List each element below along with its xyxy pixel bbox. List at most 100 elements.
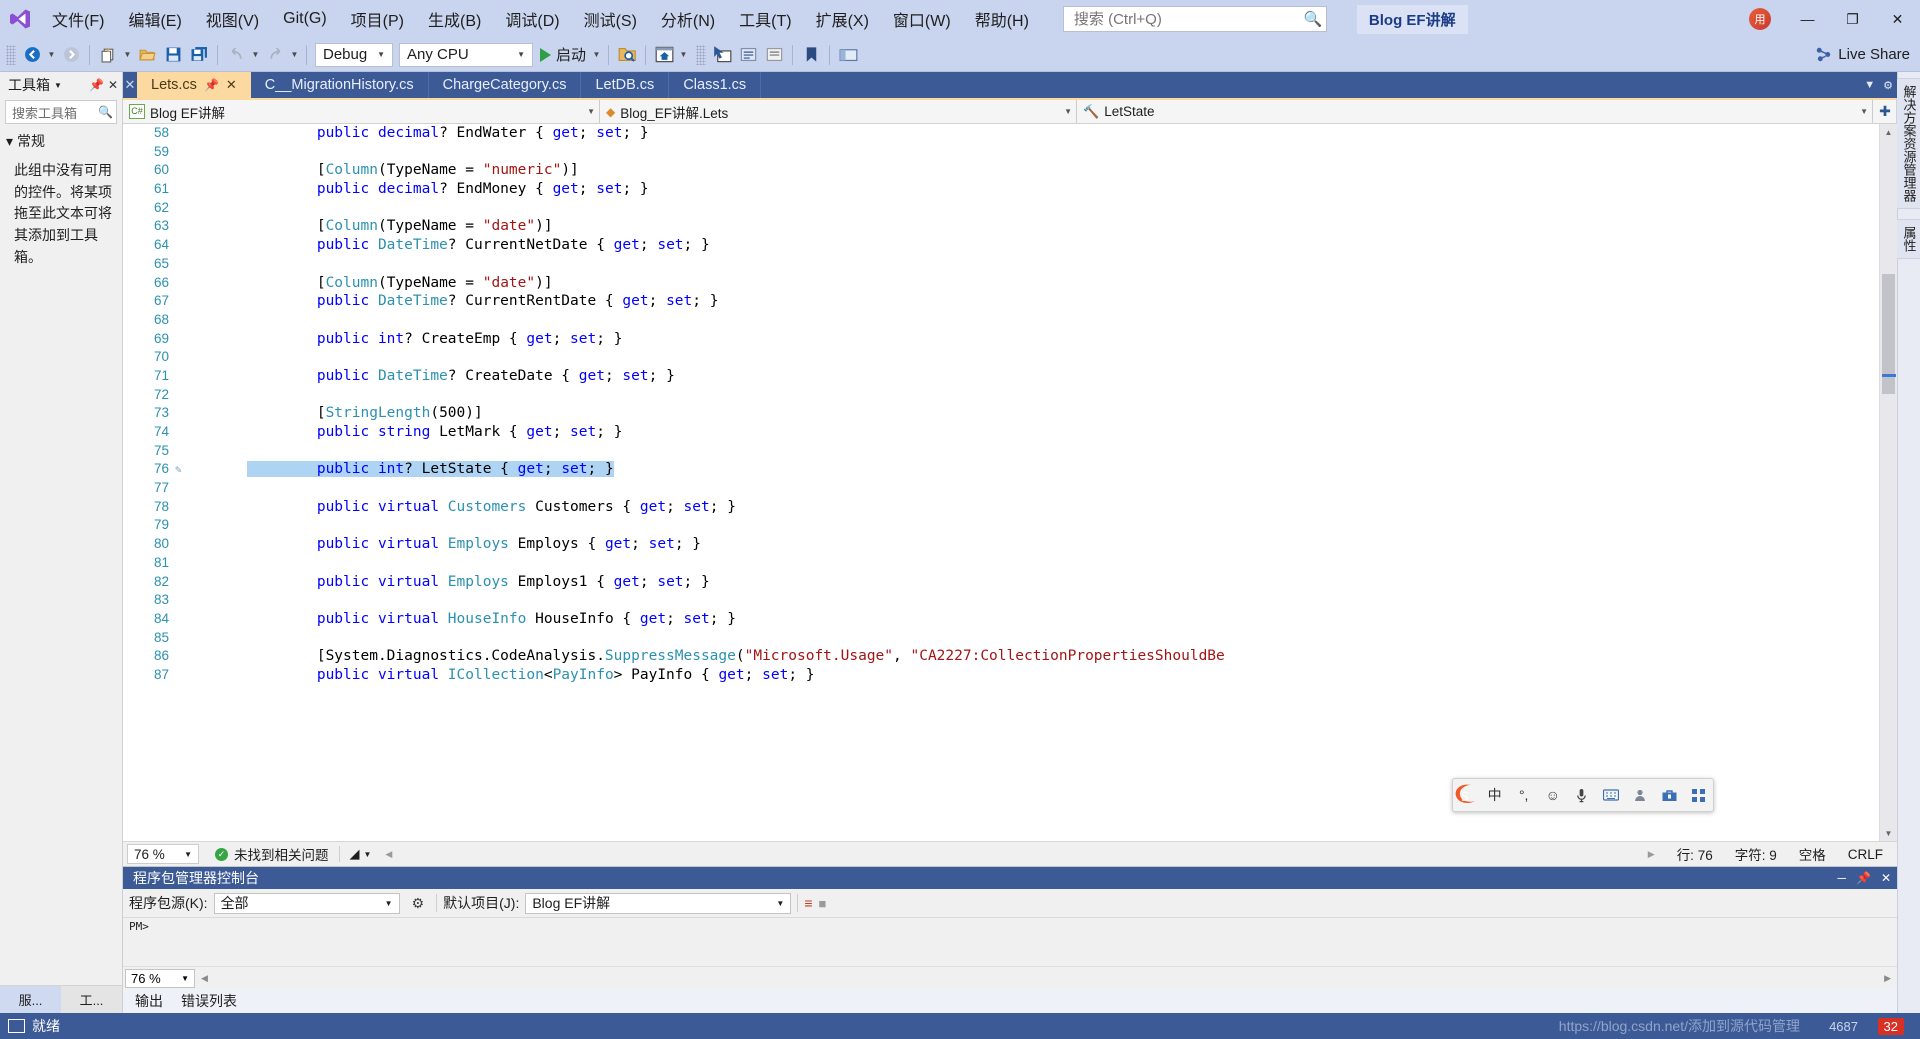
menu-view[interactable]: 视图(V) (194, 0, 271, 38)
close-icon[interactable]: ✕ (226, 77, 237, 93)
dock-tab-output[interactable]: 输出 (135, 991, 163, 1011)
code-line[interactable]: 75 (123, 442, 1879, 461)
search-input[interactable] (1071, 9, 1304, 29)
undo-dropdown[interactable]: ▼ (249, 42, 262, 68)
start-debug-button[interactable]: 启动 (536, 42, 590, 68)
code-line[interactable]: 70 (123, 348, 1879, 367)
home-window-icon[interactable] (651, 42, 677, 68)
code-line[interactable]: 63 [Column(TypeName = "date")] (123, 217, 1879, 236)
scroll-up-icon[interactable]: ▲ (1880, 124, 1897, 140)
start-debug-dropdown[interactable]: ▼ (590, 42, 603, 68)
code-line[interactable]: 76 ✎ public int? LetState { get; set; } (123, 460, 1879, 479)
dock-tab-properties[interactable]: 属性 (1895, 219, 1920, 259)
redo-dropdown[interactable]: ▼ (288, 42, 301, 68)
scroll-left-icon[interactable]: ◀ (201, 973, 208, 984)
pmc-source-combo[interactable]: 全部 ▼ (213, 892, 400, 914)
toolbar-grip-2[interactable] (696, 44, 707, 65)
toolbox-icon[interactable] (1655, 779, 1684, 811)
code-line[interactable]: 73 [StringLength(500)] (123, 404, 1879, 423)
nav-project-combo[interactable]: C# Blog EF讲解 ▼ (123, 100, 600, 123)
code-line[interactable]: 60 [Column(TypeName = "numeric")] (123, 161, 1879, 180)
tab-migration-history-cs[interactable]: C__MigrationHistory.cs (251, 72, 429, 98)
grid-menu-icon[interactable] (1684, 779, 1713, 811)
code-line[interactable]: 69 public int? CreateEmp { get; set; } (123, 330, 1879, 349)
code-line[interactable]: 66 [Column(TypeName = "date")] (123, 274, 1879, 293)
menu-extensions[interactable]: 扩展(X) (804, 0, 881, 38)
code-line[interactable]: 61 public decimal? EndMoney { get; set; … (123, 180, 1879, 199)
close-icon[interactable]: ✕ (108, 78, 118, 92)
menu-project[interactable]: 项目(P) (339, 0, 416, 38)
save-all-icon[interactable] (186, 42, 212, 68)
chinese-mode-icon[interactable]: 中 (1480, 779, 1509, 811)
save-icon[interactable] (160, 42, 186, 68)
pmc-default-project-combo[interactable]: Blog EF讲解 ▼ (525, 892, 792, 914)
code-line[interactable]: 79 (123, 516, 1879, 535)
pmc-output[interactable]: PM> (123, 918, 1897, 966)
code-line[interactable]: 78 public virtual Customers Customers { … (123, 498, 1879, 517)
ime-floating-toolbar[interactable]: S 中 °, ☺ (1452, 778, 1714, 812)
code-line[interactable]: 77 (123, 479, 1879, 498)
dock-tab-server-explorer[interactable]: 服... (0, 986, 61, 1013)
chevron-left-icon[interactable]: ◀ (385, 849, 392, 860)
stop-icon[interactable]: ■ (819, 896, 827, 911)
folder-search-icon[interactable] (614, 42, 640, 68)
editor-vertical-scrollbar[interactable]: ▲ ▼ (1879, 124, 1897, 841)
code-line[interactable]: 74 public string LetMark { get; set; } (123, 423, 1879, 442)
toolbox-group-general[interactable]: ▾ 常规 (0, 128, 122, 154)
code-line[interactable]: 59 (123, 143, 1879, 162)
code-line[interactable]: 87 public virtual ICollection<PayInfo> P… (123, 666, 1879, 685)
code-line[interactable]: 72 (123, 386, 1879, 405)
chevron-down-icon[interactable]: ▼ (1864, 79, 1875, 91)
close-button[interactable]: ✕ (1875, 0, 1920, 38)
dock-tab-solution-explorer[interactable]: 解决方案资源管理器 (1895, 78, 1920, 209)
funnel-dropdown-icon[interactable]: ▼ (364, 850, 372, 859)
navigate-back-icon[interactable] (19, 42, 45, 68)
menu-git[interactable]: Git(G) (271, 0, 339, 38)
menu-test[interactable]: 测试(S) (572, 0, 649, 38)
tab-class1-cs[interactable]: Class1.cs (669, 72, 762, 98)
undo-icon[interactable] (223, 42, 249, 68)
clear-console-icon[interactable]: ≡ (804, 895, 812, 911)
navigate-back-dropdown[interactable]: ▼ (45, 42, 58, 68)
close-icon[interactable]: ✕ (1881, 871, 1891, 885)
menu-edit[interactable]: 编辑(E) (116, 0, 193, 38)
code-line[interactable]: 83 (123, 591, 1879, 610)
keyboard-icon[interactable] (1597, 779, 1626, 811)
live-share-button[interactable]: Live Share (1815, 46, 1910, 63)
pin-icon[interactable]: 📌 (1856, 871, 1871, 885)
home-window-dropdown[interactable]: ▼ (677, 42, 690, 68)
code-line[interactable]: 81 (123, 554, 1879, 573)
solution-configuration-combo[interactable]: Debug ▼ (315, 42, 393, 67)
dock-tab-error-list[interactable]: 错误列表 (181, 991, 237, 1011)
sogou-logo-icon[interactable]: S (1447, 779, 1480, 811)
nav-member-combo[interactable]: 🔨 LetState ▼ (1077, 100, 1873, 123)
close-icon[interactable]: ✕ (123, 72, 137, 98)
redo-icon[interactable] (262, 42, 288, 68)
nav-type-combo[interactable]: ◆ Blog_EF讲解.Lets ▼ (600, 100, 1077, 123)
code-text-area[interactable]: 58 public decimal? EndWater { get; set; … (123, 124, 1879, 841)
code-line[interactable]: 68 (123, 311, 1879, 330)
chevron-right-icon[interactable]: ▶ (1648, 849, 1655, 860)
quick-search-box[interactable]: 🔍 (1062, 6, 1327, 32)
menu-help[interactable]: 帮助(H) (963, 0, 1041, 38)
solution-platform-combo[interactable]: Any CPU ▼ (399, 42, 533, 67)
code-line[interactable]: 62 (123, 199, 1879, 218)
minimize-icon[interactable]: ─ (1837, 871, 1846, 885)
code-line[interactable]: 67 public DateTime? CurrentRentDate { ge… (123, 292, 1879, 311)
code-line[interactable]: 64 public DateTime? CurrentNetDate { get… (123, 236, 1879, 255)
menu-debug[interactable]: 调试(D) (493, 0, 571, 38)
punctuation-icon[interactable]: °, (1509, 779, 1538, 811)
pin-icon[interactable]: 📌 (89, 78, 104, 92)
open-folder-icon[interactable] (134, 42, 160, 68)
gear-icon[interactable]: ⚙ (1883, 79, 1893, 92)
code-line[interactable]: 65 (123, 255, 1879, 274)
code-line[interactable]: 80 public virtual Employs Employs { get;… (123, 535, 1879, 554)
maximize-button[interactable]: ❐ (1830, 0, 1875, 38)
uncomment-icon[interactable] (761, 42, 787, 68)
menu-tools[interactable]: 工具(T) (727, 0, 803, 38)
tab-lets-cs[interactable]: Lets.cs 📌 ✕ (137, 72, 251, 98)
emoji-icon[interactable]: ☺ (1538, 779, 1567, 811)
person-icon[interactable] (1626, 779, 1655, 811)
dock-tab-toolbox[interactable]: 工... (61, 986, 122, 1013)
code-line[interactable]: 84 public virtual HouseInfo HouseInfo { … (123, 610, 1879, 629)
